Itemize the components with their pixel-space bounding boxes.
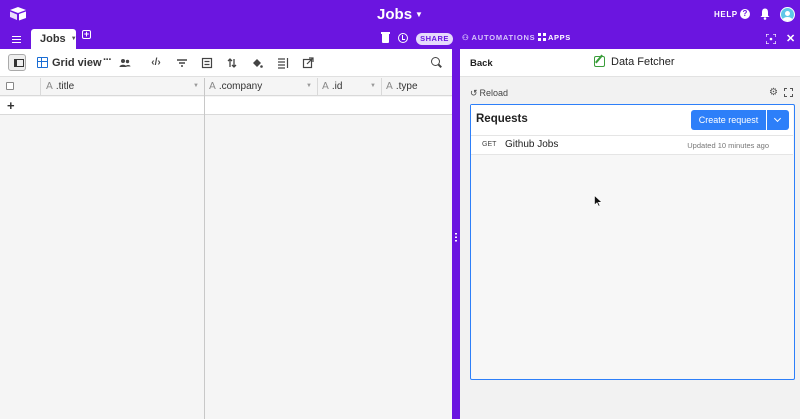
column-name: .type — [395, 81, 418, 92]
requests-title: Requests — [476, 113, 528, 125]
text-field-icon: A — [386, 81, 393, 92]
automations-button[interactable]: ⚇ AUTOMATIONS — [462, 33, 535, 42]
filter-icon[interactable] — [176, 57, 188, 69]
chevron-down-icon[interactable]: ▼ — [71, 36, 77, 42]
expand-icon[interactable] — [766, 34, 776, 44]
color-icon[interactable] — [251, 57, 263, 69]
avatar[interactable] — [780, 7, 795, 22]
data-fetcher-icon — [594, 56, 605, 67]
share-view-icon[interactable] — [302, 57, 314, 69]
column-header-title[interactable]: A .title ▼ — [41, 78, 205, 96]
apps-label: APPS — [548, 33, 571, 42]
base-name[interactable]: Jobs — [377, 6, 412, 23]
request-method: GET — [482, 141, 497, 148]
add-row[interactable]: + — [0, 97, 452, 115]
column-name: .title — [55, 81, 75, 92]
close-icon[interactable]: ✕ — [786, 32, 795, 45]
people-icon[interactable] — [119, 57, 131, 69]
grid-panel: Grid view ··· ‹/› A .title ▼ A .company … — [0, 49, 452, 419]
share-button[interactable]: SHARE — [416, 33, 453, 45]
reload-button[interactable]: ↺ Reload — [470, 88, 508, 99]
app-panel: Back Data Fetcher ↺ Reload ⚙ Requests Cre… — [460, 49, 800, 419]
apps-button[interactable]: APPS — [538, 33, 571, 42]
create-request-button[interactable]: Create request — [691, 110, 766, 130]
cursor-icon — [594, 195, 603, 207]
bell-icon[interactable] — [760, 8, 770, 20]
top-bar: Jobs ▼ HELP ? — [0, 0, 800, 29]
help-link[interactable]: HELP — [714, 10, 738, 19]
request-row[interactable]: GET Github Jobs Updated 10 minutes ago — [471, 136, 793, 155]
grid-view-icon[interactable] — [37, 57, 48, 68]
requests-header: Requests Create request — [471, 105, 793, 136]
group-icon[interactable] — [201, 57, 213, 69]
panel-resize-handle[interactable] — [452, 49, 460, 419]
add-tab-icon[interactable]: + — [82, 30, 91, 39]
code-icon[interactable]: ‹/› — [150, 57, 162, 69]
help-icon[interactable]: ? — [740, 9, 750, 19]
back-button[interactable]: Back — [470, 58, 493, 69]
chevron-down-icon[interactable]: ▼ — [193, 83, 199, 89]
apps-icon — [538, 33, 546, 41]
menu-icon[interactable] — [12, 36, 21, 43]
request-name: Github Jobs — [505, 139, 559, 150]
drag-handle-icon[interactable] — [455, 232, 457, 242]
text-field-icon: A — [46, 81, 53, 92]
chevron-down-icon[interactable]: ▼ — [370, 83, 376, 89]
tab-jobs[interactable]: Jobs ▼ — [31, 29, 77, 49]
column-header-type[interactable]: A .type — [382, 78, 452, 96]
column-name: .id — [331, 81, 343, 92]
table-tab-bar: Jobs ▼ + SHARE ⚇ AUTOMATIONS APPS ✕ — [0, 29, 800, 49]
base-title[interactable]: Jobs ▼ — [0, 6, 800, 23]
more-icon[interactable]: ··· — [103, 54, 112, 66]
history-icon[interactable] — [398, 33, 408, 43]
automations-icon: ⚇ — [462, 33, 470, 42]
sidebar-toggle-icon[interactable] — [8, 54, 26, 71]
search-icon[interactable] — [431, 57, 440, 66]
requests-card: Requests Create request GET Github Jobs … — [470, 104, 795, 380]
app-header: Back Data Fetcher — [460, 49, 800, 77]
reload-label: Reload — [479, 88, 509, 98]
text-field-icon: A — [209, 81, 216, 92]
column-header-id[interactable]: A .id ▼ — [318, 78, 382, 96]
sort-icon[interactable] — [226, 57, 238, 69]
chevron-down-icon[interactable]: ▼ — [306, 83, 312, 89]
row-height-icon[interactable] — [277, 57, 289, 69]
app-title: Data Fetcher — [611, 56, 675, 68]
view-name[interactable]: Grid view — [52, 57, 102, 69]
reload-icon: ↺ — [470, 88, 478, 98]
text-field-icon: A — [322, 81, 329, 92]
select-all-checkbox[interactable] — [6, 82, 14, 90]
frozen-column-divider[interactable] — [204, 78, 205, 419]
column-header-company[interactable]: A .company ▼ — [205, 78, 318, 96]
grid-header: A .title ▼ A .company ▼ A .id ▼ A .type — [0, 78, 452, 96]
fullscreen-icon[interactable] — [784, 88, 793, 97]
request-updated: Updated 10 minutes ago — [687, 141, 769, 150]
select-all-cell — [0, 78, 41, 96]
chevron-down-icon: ▼ — [415, 10, 423, 19]
create-request-menu-button[interactable] — [767, 110, 789, 130]
trash-icon[interactable] — [381, 32, 390, 43]
view-toolbar: Grid view ··· ‹/› — [0, 49, 452, 77]
add-record-icon[interactable]: + — [7, 98, 15, 113]
automations-label: AUTOMATIONS — [471, 33, 536, 42]
tab-label: Jobs — [40, 33, 66, 45]
column-name: .company — [218, 81, 263, 92]
settings-icon[interactable]: ⚙ — [769, 88, 778, 98]
